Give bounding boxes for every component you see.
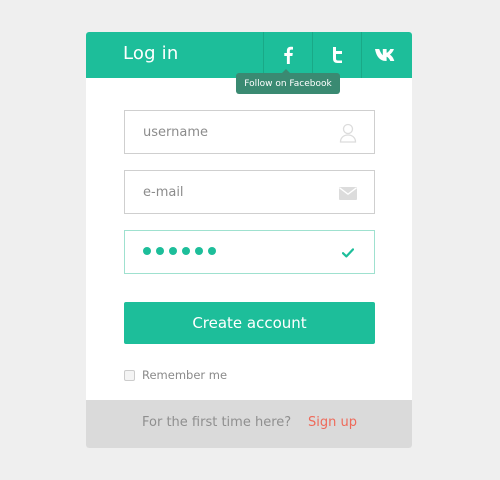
page-title: Log in — [123, 43, 179, 64]
create-account-button[interactable]: Create account — [124, 302, 375, 344]
password-field[interactable] — [124, 230, 375, 274]
twitter-icon — [333, 47, 342, 63]
user-icon — [338, 123, 358, 143]
remember-me-control[interactable]: Remember me — [124, 368, 227, 382]
sign-up-link[interactable]: Sign up — [308, 415, 357, 430]
card-header: Log in — [86, 32, 412, 78]
twitter-button[interactable] — [312, 32, 361, 78]
password-dots — [143, 247, 216, 255]
remember-me-checkbox[interactable] — [124, 369, 135, 381]
username-field — [124, 110, 375, 154]
username-input[interactable] — [125, 111, 343, 153]
remember-me-label: Remember me — [142, 368, 228, 382]
card-footer: For the first time here? Sign up — [86, 400, 412, 448]
envelope-icon — [338, 183, 358, 203]
checkmark-icon — [338, 243, 358, 263]
email-input[interactable] — [125, 171, 343, 213]
facebook-tooltip: Follow on Facebook — [236, 69, 340, 94]
vk-button[interactable] — [361, 32, 412, 78]
vk-icon — [375, 49, 395, 61]
facebook-icon — [284, 46, 293, 64]
first-time-text: For the first time here? — [142, 415, 292, 430]
email-field — [124, 170, 375, 214]
signup-card: Log in Follow on Facebook username e-mai… — [86, 32, 412, 448]
tooltip-text: Follow on Facebook — [244, 78, 332, 89]
